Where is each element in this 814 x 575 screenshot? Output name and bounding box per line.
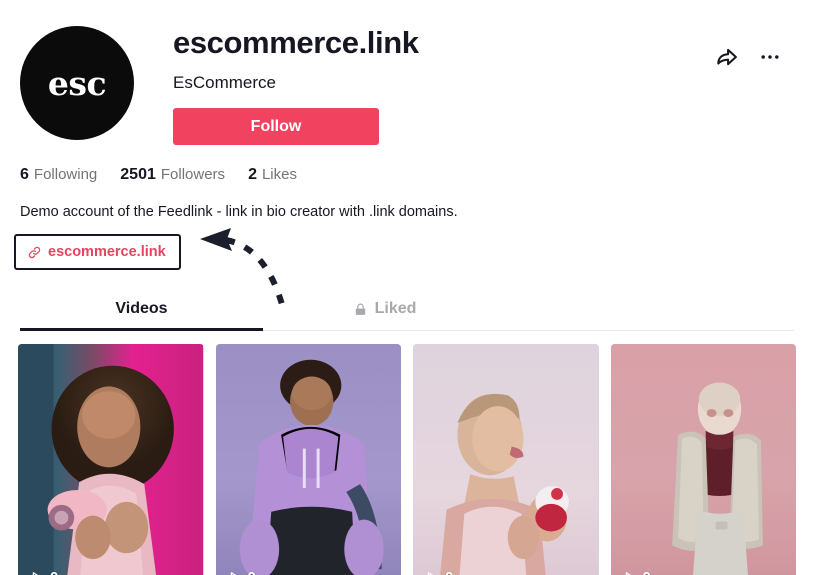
play-icon bbox=[29, 570, 44, 575]
likes-label: Likes bbox=[261, 166, 297, 184]
stat-followers[interactable]: 2501 Followers bbox=[120, 166, 225, 184]
video-thumbnail-4[interactable]: 0 bbox=[610, 344, 796, 575]
stat-likes[interactable]: 2 Likes bbox=[248, 166, 297, 184]
profile-bio: Demo account of the Feedlink - link in b… bbox=[20, 204, 458, 221]
video-view-count-3-value: 0 bbox=[445, 569, 453, 575]
followers-count: 2501 bbox=[120, 166, 156, 184]
video-view-count-4: 0 bbox=[622, 569, 651, 575]
tab-liked-label: Liked bbox=[374, 300, 417, 318]
video-view-count-2: 0 bbox=[227, 569, 256, 575]
video-thumbnail-3[interactable]: 0 bbox=[413, 344, 599, 575]
tab-liked[interactable]: Liked bbox=[263, 294, 506, 330]
tab-videos[interactable]: Videos bbox=[20, 294, 263, 330]
video-view-count-3: 0 bbox=[424, 569, 453, 575]
follow-button[interactable]: Follow bbox=[173, 108, 379, 146]
display-name: EsCommerce bbox=[173, 73, 276, 93]
play-icon bbox=[424, 570, 439, 575]
video-grid: 0 bbox=[0, 331, 814, 575]
lock-icon bbox=[353, 302, 368, 317]
stats-row: 6 Following 2501 Followers 2 Likes bbox=[0, 145, 814, 184]
video-view-count-4-value: 0 bbox=[643, 569, 651, 575]
following-count: 6 bbox=[20, 166, 29, 184]
video-thumbnail-2-image bbox=[215, 344, 401, 575]
video-thumbnail-1[interactable]: 0 bbox=[18, 344, 204, 575]
video-view-count-2-value: 0 bbox=[248, 569, 256, 575]
likes-count: 2 bbox=[248, 166, 257, 184]
play-icon bbox=[622, 570, 637, 575]
header-actions bbox=[714, 20, 798, 70]
tiktok-profile-page: esc escommerce.link EsCommerce Follow 6 … bbox=[0, 0, 814, 575]
tab-videos-label: Videos bbox=[115, 300, 168, 318]
page-title: escommerce.link bbox=[173, 25, 419, 60]
bio-link-label: escommerce.link bbox=[48, 244, 166, 261]
following-label: Following bbox=[33, 166, 98, 184]
profile-tabs: Videos Liked bbox=[20, 294, 794, 332]
profile-header: esc escommerce.link EsCommerce Follow bbox=[0, 0, 814, 146]
avatar-label: esc bbox=[47, 63, 107, 103]
link-chain-icon bbox=[27, 245, 42, 260]
profile-identity: escommerce.link EsCommerce Follow bbox=[134, 20, 714, 146]
video-view-count-1: 0 bbox=[29, 569, 58, 575]
stat-following[interactable]: 6 Following bbox=[20, 166, 97, 184]
video-thumbnail-2[interactable]: 0 bbox=[215, 344, 401, 575]
share-icon[interactable] bbox=[714, 44, 740, 70]
play-icon bbox=[227, 570, 242, 575]
more-options-icon[interactable] bbox=[758, 45, 782, 69]
video-thumbnail-3-image bbox=[413, 344, 599, 575]
followers-label: Followers bbox=[160, 166, 226, 184]
video-thumbnail-1-image bbox=[18, 344, 204, 575]
bio-link-chip[interactable]: escommerce.link bbox=[14, 234, 181, 271]
video-thumbnail-4-image bbox=[610, 344, 796, 575]
video-view-count-1-value: 0 bbox=[50, 569, 58, 575]
avatar[interactable]: esc bbox=[20, 26, 134, 140]
